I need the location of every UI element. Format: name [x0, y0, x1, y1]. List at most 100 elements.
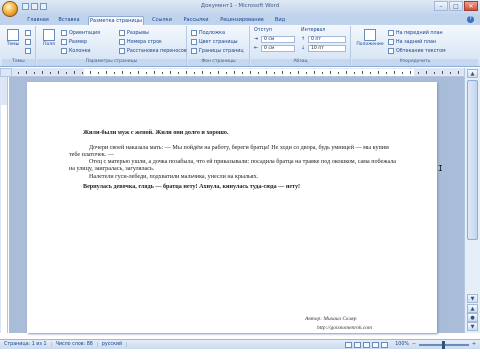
spacing-label: Интервал	[301, 28, 326, 33]
ruler-tick	[354, 72, 355, 74]
tab-review[interactable]: Рецензирование	[218, 16, 266, 25]
indent-right-field[interactable]: 0 см	[261, 45, 295, 52]
ruler-tick	[202, 71, 203, 74]
tab-view[interactable]: Вид	[272, 16, 288, 25]
tab-references[interactable]: Ссылки	[150, 16, 174, 25]
themes-button[interactable]: Темы	[3, 28, 23, 58]
size-label: Размер	[69, 39, 87, 45]
language-status[interactable]: русский	[98, 342, 128, 347]
margins-button[interactable]: Поля	[39, 28, 59, 58]
next-page-button[interactable]: ▼	[467, 322, 478, 331]
size-button[interactable]: Размер	[61, 38, 87, 46]
spacing-after-icon: ↓	[301, 46, 306, 51]
spacing-before-icon: ↑	[301, 37, 306, 42]
page-color-icon	[191, 39, 197, 45]
columns-button[interactable]: Колонки	[61, 47, 91, 55]
zoom-slider[interactable]	[418, 340, 469, 349]
position-button[interactable]: Положение	[356, 28, 384, 58]
page-borders-button[interactable]: Границы страниц	[191, 47, 244, 55]
ruler-tick	[178, 72, 179, 74]
bring-to-front-button[interactable]: На передний план	[388, 29, 443, 37]
tab-selector[interactable]	[0, 68, 12, 77]
position-button-label: Положение	[356, 42, 384, 47]
columns-label: Колонки	[69, 48, 91, 54]
outline-icon[interactable]	[372, 342, 379, 348]
maximize-button[interactable]: □	[449, 1, 463, 11]
breaks-button[interactable]: Разрывы	[119, 29, 149, 37]
ruler-tick	[82, 72, 83, 74]
horizontal-ruler[interactable]	[12, 68, 464, 77]
send-to-back-button[interactable]: На задний план	[388, 38, 436, 46]
zoom-out-icon[interactable]: −	[412, 342, 416, 347]
window-controls: – □ ✕	[434, 1, 478, 11]
text-wrapping-button[interactable]: Обтекание текстом	[388, 47, 446, 55]
hyphenation-label: Расстановка переносов	[127, 48, 187, 54]
select-browse-object-button[interactable]: ●	[467, 313, 478, 322]
margins-button-label: Поля	[43, 42, 55, 47]
help-icon[interactable]: ?	[467, 16, 474, 23]
close-button[interactable]: ✕	[464, 1, 478, 11]
page-color-button[interactable]: Цвет страницы	[191, 38, 238, 46]
theme-fonts-button[interactable]	[25, 38, 31, 46]
watermark-icon	[191, 30, 197, 36]
margins-icon	[43, 29, 55, 41]
ruler-tick	[394, 71, 395, 74]
page-count-status[interactable]: Страница: 1 из 1	[0, 342, 52, 347]
group-label-themes: Темы	[2, 59, 35, 66]
hyphenation-button[interactable]: Расстановка переносов	[119, 47, 187, 55]
watermark-button[interactable]: Подложка	[191, 29, 225, 37]
ruler-tick	[18, 72, 19, 74]
view-buttons	[345, 342, 388, 348]
spacing-before-field[interactable]: 0 пт	[308, 36, 346, 43]
line-numbers-button[interactable]: Номера строк	[119, 38, 162, 46]
zoom-in-icon[interactable]: +	[472, 342, 476, 347]
zoom-level[interactable]: 100%	[395, 342, 409, 347]
group-page-setup: Поля Ориентация Размер Колонки Разрывы Н…	[37, 26, 187, 66]
title-bar: Документ1 - Microsoft Word – □ ✕	[0, 0, 480, 17]
window-title: Документ1 - Microsoft Word	[200, 3, 280, 9]
theme-effects-button[interactable]	[25, 47, 31, 55]
ruler-tick	[370, 72, 371, 74]
ruler-tick	[194, 72, 195, 74]
orientation-button[interactable]: Ориентация	[61, 29, 100, 37]
previous-page-button[interactable]: ▲	[467, 304, 478, 313]
indent-label: Отступ	[254, 28, 272, 33]
ruler-tick	[346, 71, 347, 74]
spacing-after-field[interactable]: 10 пт	[308, 45, 346, 52]
vertical-ruler[interactable]	[0, 77, 8, 333]
minimize-button[interactable]: –	[434, 1, 448, 11]
ruler-tick	[226, 72, 227, 74]
scroll-up-button[interactable]: ▲	[467, 69, 478, 78]
zoom-control: 100% − +	[395, 340, 476, 349]
indent-left-field[interactable]: 0 см	[261, 36, 295, 43]
theme-fonts-icon	[25, 39, 31, 45]
ruler-tick	[34, 72, 35, 74]
ruler-tick	[298, 71, 299, 74]
tab-mailings[interactable]: Рассылки	[180, 16, 212, 25]
ruler-text-area	[84, 69, 414, 76]
scroll-down-button[interactable]: ▼	[467, 294, 478, 303]
web-layout-icon[interactable]	[363, 342, 370, 348]
theme-colors-button[interactable]	[25, 29, 31, 37]
tab-page-layout[interactable]: Разметка страницы	[88, 16, 144, 25]
ruler-tick	[242, 72, 243, 74]
document-page[interactable]: Жили-были муж с женой. Жили они долго и …	[27, 82, 437, 333]
send-to-back-icon	[388, 39, 394, 45]
ruler-tick	[90, 71, 91, 74]
tab-insert[interactable]: Вставка	[56, 16, 82, 25]
scroll-thumb[interactable]	[467, 80, 478, 240]
tab-home[interactable]: Главная	[24, 16, 52, 25]
group-page-background: Подложка Цвет страницы Границы страниц Ф…	[188, 26, 250, 66]
ruler-tick	[26, 71, 27, 74]
draft-icon[interactable]	[381, 342, 388, 348]
ruler-tick	[362, 71, 363, 74]
vertical-scrollbar[interactable]: ▲ ▼ ▲ ● ▼	[464, 68, 480, 333]
author-url: http://goisnomenrok.com	[317, 325, 372, 331]
office-button[interactable]	[2, 1, 18, 17]
orientation-label: Ориентация	[69, 30, 101, 36]
ruler-tick	[378, 71, 379, 74]
print-layout-icon[interactable]	[345, 342, 352, 348]
ruler-tick	[306, 72, 307, 74]
full-screen-reading-icon[interactable]	[354, 342, 361, 348]
word-count-status[interactable]: Число слов: 88	[52, 342, 98, 347]
